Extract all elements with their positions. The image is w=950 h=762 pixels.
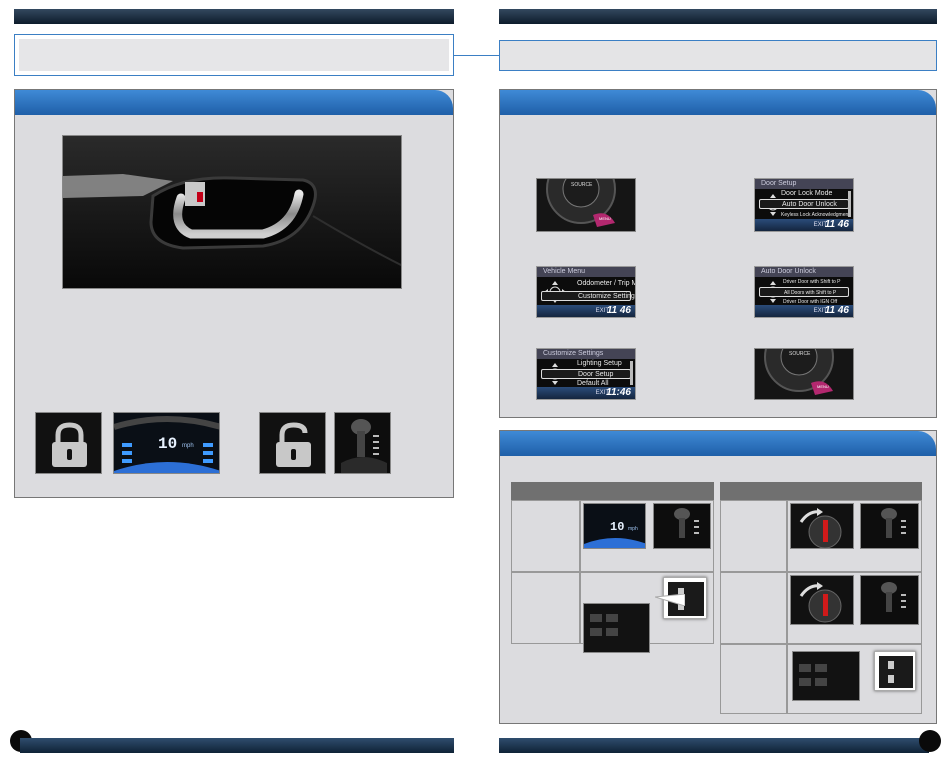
right-upper-section: SOURCE MENU Vehicle Menu Oddometer / Tri… (499, 89, 937, 418)
vehicle-menu-item-1[interactable]: Oddometer / Trip Meter (541, 279, 635, 289)
unlock-table-row-3-images (787, 644, 922, 714)
vehicle-menu-screen-header: Vehicle Menu (537, 267, 635, 277)
lock-switch-icon (879, 656, 913, 688)
lock-table-header (511, 482, 714, 500)
clock: 11 46 (824, 305, 849, 316)
source-dial-photo-1: SOURCE MENU (536, 178, 636, 232)
dial-label: SOURCE (571, 182, 593, 188)
door-switch-icon (584, 604, 649, 652)
customize-settings-screen-footer: EXIT 11:46 (537, 387, 635, 399)
speedometer-unit: mph (182, 443, 194, 449)
door-switch-photo (583, 603, 650, 653)
gear-shifter-thumb (653, 503, 711, 549)
unlock-table-row-1-label (720, 500, 787, 572)
right-lower-section-header (500, 431, 936, 456)
dial-label: SOURCE (789, 351, 811, 357)
door-switch-photo (792, 651, 860, 701)
unlock-switch-callout (874, 651, 916, 691)
door-setup-screen: Door Setup Door Lock Mode Auto Door Unlo… (754, 178, 854, 232)
right-title-box (499, 40, 937, 71)
menu-button-label[interactable]: MENU (599, 216, 611, 221)
gear-shifter-icon (335, 413, 390, 473)
door-setup-item-1[interactable]: Door Lock Mode (759, 189, 849, 199)
auto-door-unlock-option-2[interactable]: All Doors with Shift to P (759, 287, 849, 297)
scrollbar[interactable] (848, 191, 851, 217)
ignition-key-icon (791, 504, 853, 548)
left-section: 10 mph (14, 89, 454, 498)
gear-shifter-icon (861, 576, 918, 624)
auto-door-unlock-screen-header: Auto Door Unlock (755, 267, 853, 277)
right-top-bar (499, 9, 937, 24)
vehicle-menu-screen-footer: EXIT 11 46 (537, 305, 635, 317)
lock-open-tile (259, 412, 326, 474)
left-title-box (19, 39, 449, 71)
gear-shifter-thumb (860, 575, 919, 625)
customize-settings-screen: Customize Settings Lighting Setup Door S… (536, 348, 636, 400)
gear-shifter-icon (654, 504, 710, 548)
left-top-bar (14, 9, 454, 24)
lock-table-row-2-images (580, 572, 714, 653)
lock-open-icon (260, 413, 325, 473)
gear-shifter-thumb (860, 503, 919, 549)
lock-table-row-1-label (511, 500, 580, 572)
callout-pointer (654, 593, 686, 607)
door-handle-icon (63, 136, 401, 288)
door-handle-photo (62, 135, 402, 289)
title-connector (454, 55, 500, 56)
door-setup-screen-footer: EXIT 11 46 (755, 219, 853, 231)
door-switch-icon (793, 652, 859, 700)
lock-table-row-1-images: 10 mph (580, 500, 714, 572)
right-bottom-bar (499, 738, 929, 753)
left-section-header (15, 90, 453, 115)
unlock-table-row-3-label (720, 644, 787, 714)
customize-settings-item-1[interactable]: Lighting Setup (541, 359, 631, 369)
left-bottom-bar (20, 738, 454, 753)
lock-closed-icon (36, 413, 101, 473)
ignition-key-photo-1 (790, 503, 854, 549)
speedometer-value: 10 (158, 435, 178, 453)
right-upper-section-header (500, 90, 936, 115)
scrollbar[interactable] (630, 361, 633, 385)
door-setup-item-2[interactable]: Auto Door Unlock (759, 199, 849, 209)
speedometer-display: 10 mph (113, 412, 220, 474)
unlock-table-row-1-images (787, 500, 922, 572)
unlock-table-row-2-images (787, 572, 922, 644)
door-setup-screen-header: Door Setup (755, 179, 853, 189)
menu-button-label[interactable]: MENU (817, 384, 829, 389)
clock: 11 46 (606, 305, 631, 316)
customize-settings-screen-header: Customize Settings (537, 349, 635, 359)
auto-door-unlock-screen: Auto Door Unlock Driver Door with Shift … (754, 266, 854, 318)
auto-door-unlock-screen-footer: EXIT 11 46 (755, 305, 853, 317)
unlock-table-row-2-label (720, 572, 787, 644)
unlock-table-header (720, 482, 922, 500)
source-dial-photo-2: SOURCE MENU (754, 348, 854, 400)
gear-shifter-icon (861, 504, 918, 548)
auto-door-unlock-option-1[interactable]: Driver Door with Shift to P (759, 277, 849, 287)
speedometer-thumb: 10 mph (583, 503, 646, 549)
right-page-marker (919, 730, 941, 752)
right-lower-section: 10 mph (499, 430, 937, 724)
lock-table-row-2-label (511, 572, 580, 644)
speedometer-value: 10 (610, 520, 625, 534)
customize-settings-item-2[interactable]: Door Setup (541, 369, 631, 379)
ignition-key-icon (791, 576, 853, 624)
clock: 11 46 (824, 219, 849, 230)
ignition-key-photo-2 (790, 575, 854, 625)
speedometer-unit: mph (628, 526, 638, 532)
vehicle-menu-screen: Vehicle Menu Oddometer / Trip Meter Cust… (536, 266, 636, 318)
gear-shifter-tile (334, 412, 391, 474)
lock-closed-tile (35, 412, 102, 474)
vehicle-menu-item-2[interactable]: Customize Settings (541, 291, 635, 301)
clock: 11:46 (606, 387, 631, 398)
